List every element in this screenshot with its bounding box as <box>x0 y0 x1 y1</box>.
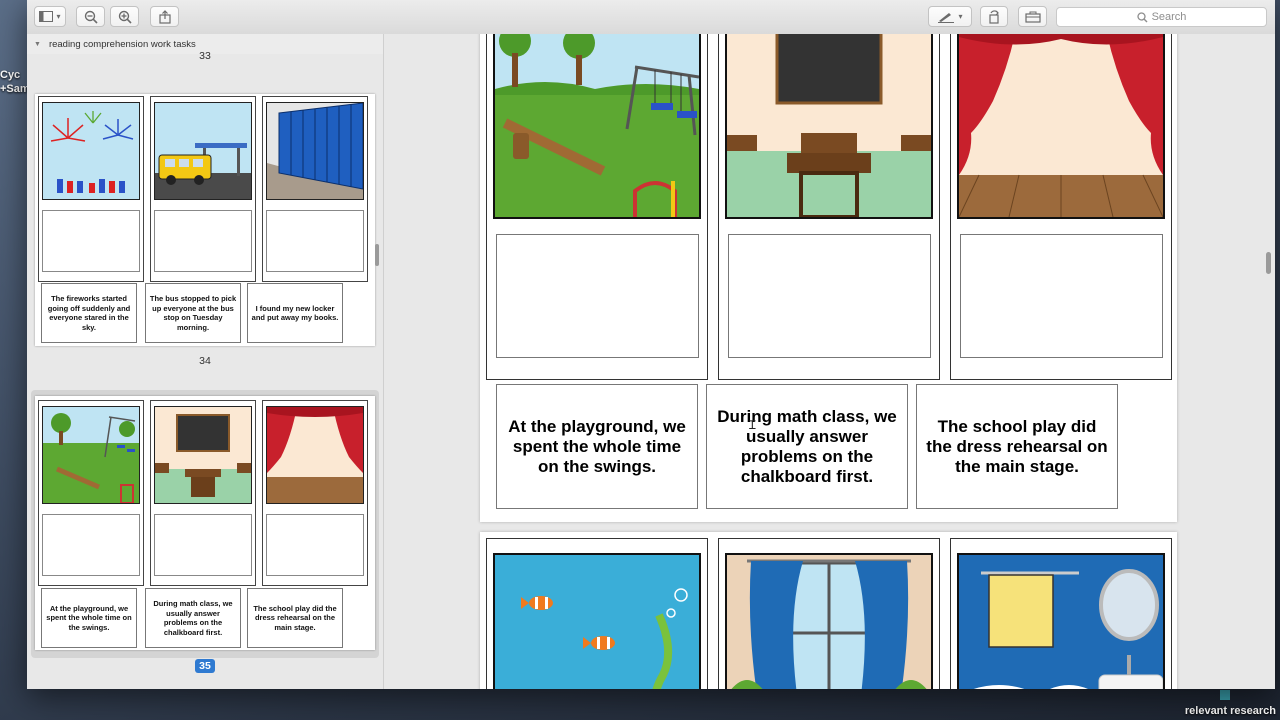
zoom-out-button[interactable] <box>76 6 105 27</box>
playground-image <box>493 34 701 219</box>
caption-card: At the playground, we spent the whole ti… <box>496 384 698 509</box>
answer-box <box>266 514 364 576</box>
picture-card <box>950 538 1172 689</box>
answer-box <box>154 210 252 272</box>
document-page <box>480 532 1177 689</box>
thumb-card <box>150 96 256 282</box>
desktop-folder-icon[interactable] <box>1220 690 1230 700</box>
caption-card: During math class, we usually answer pro… <box>145 588 241 648</box>
thumb-card <box>38 96 144 282</box>
desktop-icon-label[interactable]: relevant research <box>1185 705 1276 717</box>
document-page: At the playground, we spent the whole ti… <box>480 34 1177 522</box>
school-bus-image <box>154 102 252 200</box>
desktop-icon-label[interactable]: Cyc +Sam <box>0 68 30 96</box>
aquarium-image <box>493 553 701 689</box>
caption-card: I found my new locker and put away my bo… <box>247 283 343 343</box>
page-number-label-selected: 35 <box>27 659 383 673</box>
answer-box <box>154 514 252 576</box>
selected-page-badge: 35 <box>195 659 215 673</box>
stage-image <box>266 406 364 504</box>
search-icon <box>1136 11 1148 22</box>
sidebar-toggle-button[interactable]: ▾ <box>34 6 66 27</box>
page-number-label: 34 <box>199 355 211 367</box>
picture-card <box>718 34 940 380</box>
window-curtains-image <box>725 553 933 689</box>
toolbox-icon <box>1024 11 1041 23</box>
zoom-in-icon <box>118 10 132 24</box>
sidebar-scrollbar[interactable] <box>375 244 379 266</box>
desktop-label-line: Cyc <box>0 69 21 81</box>
share-button[interactable] <box>150 6 179 27</box>
share-icon <box>158 9 171 24</box>
outline-item-label: reading comprehension work tasks <box>48 38 196 50</box>
chevron-down-icon: ▾ <box>56 12 61 21</box>
caption-card: The school play did the dress rehearsal … <box>916 384 1118 509</box>
playground-image <box>42 406 140 504</box>
thumbnail-sidebar[interactable]: ▼ reading comprehension work tasks 33 Th… <box>27 34 384 689</box>
chevron-down-icon: ▾ <box>958 12 963 21</box>
pen-icon <box>938 12 955 23</box>
disclosure-triangle-icon[interactable]: ▼ <box>34 41 41 48</box>
classroom-image <box>154 406 252 504</box>
thumb-card <box>262 400 368 586</box>
page-thumbnail-selected[interactable]: At the playground, we spent the whole ti… <box>35 396 375 650</box>
caption-card: The school play did the dress rehearsal … <box>247 588 343 648</box>
window-toolbar: ▾ ▾ Search <box>27 0 1275 35</box>
lockers-image <box>266 102 364 200</box>
caption-card: During math class, we usually answer pro… <box>706 384 908 509</box>
bathroom-image <box>957 553 1165 689</box>
stage-image <box>957 34 1165 219</box>
picture-card <box>486 538 708 689</box>
zoom-in-button[interactable] <box>110 6 139 27</box>
caption-card: The bus stopped to pick up everyone at t… <box>145 283 241 343</box>
toolbox-button[interactable] <box>1018 6 1047 27</box>
zoom-out-icon <box>84 10 98 24</box>
sidebar-icon <box>39 11 54 22</box>
answer-box <box>728 234 931 358</box>
thumb-card <box>262 96 368 282</box>
answer-box <box>496 234 699 358</box>
fireworks-image <box>42 102 140 200</box>
rotate-button[interactable] <box>980 6 1008 27</box>
answer-box <box>42 210 140 272</box>
picture-card <box>718 538 940 689</box>
picture-card <box>950 34 1172 380</box>
classroom-image <box>725 34 933 219</box>
document-view[interactable]: At the playground, we spent the whole ti… <box>384 34 1275 689</box>
answer-box <box>266 210 364 272</box>
page-number-label: 33 <box>199 50 211 62</box>
page-thumbnail[interactable]: The fireworks started going off suddenly… <box>35 94 375 346</box>
desktop-label-line: +Sam <box>0 83 30 95</box>
search-field[interactable]: Search <box>1056 7 1267 27</box>
caption-card: At the playground, we spent the whole ti… <box>41 588 137 648</box>
preview-window: ▾ ▾ Search ▼ reading comprehension work … <box>27 0 1275 689</box>
answer-box <box>960 234 1163 358</box>
picture-card <box>486 34 708 380</box>
search-placeholder: Search <box>1151 11 1187 23</box>
thumb-card <box>150 400 256 586</box>
markup-button[interactable]: ▾ <box>928 6 972 27</box>
window-title-fragment <box>487 0 817 2</box>
document-scrollbar[interactable] <box>1266 252 1271 274</box>
caption-card: The fireworks started going off suddenly… <box>41 283 137 343</box>
rotate-icon <box>989 9 999 24</box>
thumb-card <box>38 400 144 586</box>
answer-box <box>42 514 140 576</box>
text-cursor-icon: Ɪ <box>749 418 756 432</box>
